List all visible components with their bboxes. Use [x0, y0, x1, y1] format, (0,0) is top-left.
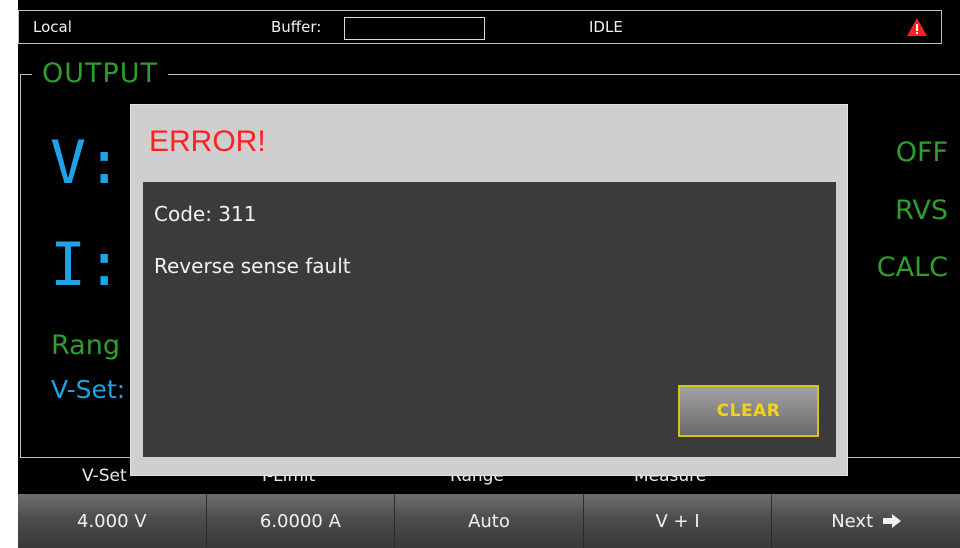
- dialog-title: ERROR!: [149, 125, 266, 158]
- range-label: Rang: [51, 330, 120, 361]
- output-state-indicator: OFF: [895, 137, 948, 168]
- ilimit-softkey[interactable]: 6.0000 A: [206, 494, 396, 548]
- rvs-indicator: RVS: [895, 195, 948, 226]
- buffer-indicator[interactable]: [344, 17, 485, 40]
- clear-button[interactable]: CLEAR: [678, 385, 819, 437]
- arrow-right-icon: [883, 514, 902, 528]
- range-softkey[interactable]: Auto: [395, 494, 584, 548]
- range-value: Auto: [468, 510, 510, 532]
- error-dialog: ERROR! Code: 311 Reverse sense fault CLE…: [130, 104, 848, 476]
- measure-value: V + I: [655, 510, 700, 532]
- next-softkey[interactable]: Next: [772, 494, 960, 548]
- voltage-label: V:: [50, 128, 123, 198]
- ilimit-value: 6.0000 A: [259, 510, 341, 532]
- measure-softkey[interactable]: V + I: [583, 494, 773, 548]
- status-bar: Local Buffer: IDLE: [18, 10, 942, 44]
- output-title: OUTPUT: [32, 58, 169, 89]
- mode-indicator[interactable]: Local: [33, 18, 72, 36]
- softkey-bar: 4.000 V 6.0000 A Auto V + I Next: [18, 494, 960, 548]
- error-code: Code: 311: [154, 202, 257, 226]
- warning-icon[interactable]: [906, 17, 928, 37]
- calc-indicator: CALC: [876, 252, 948, 283]
- error-message: Reverse sense fault: [154, 254, 351, 278]
- softkey-label-vset: V-Set: [82, 466, 127, 486]
- current-label: I:: [50, 230, 123, 300]
- next-label: Next: [831, 510, 874, 532]
- instrument-screen: Local Buffer: IDLE OUTPUT V: I: Rang V-S…: [18, 0, 960, 548]
- vset-softkey[interactable]: 4.000 V: [18, 494, 207, 548]
- vset-value: 4.000 V: [77, 510, 147, 532]
- trigger-state: IDLE: [589, 18, 623, 36]
- buffer-label: Buffer:: [271, 18, 322, 36]
- dialog-body: Code: 311 Reverse sense fault CLEAR: [143, 182, 836, 457]
- vset-label: V-Set:: [51, 375, 126, 404]
